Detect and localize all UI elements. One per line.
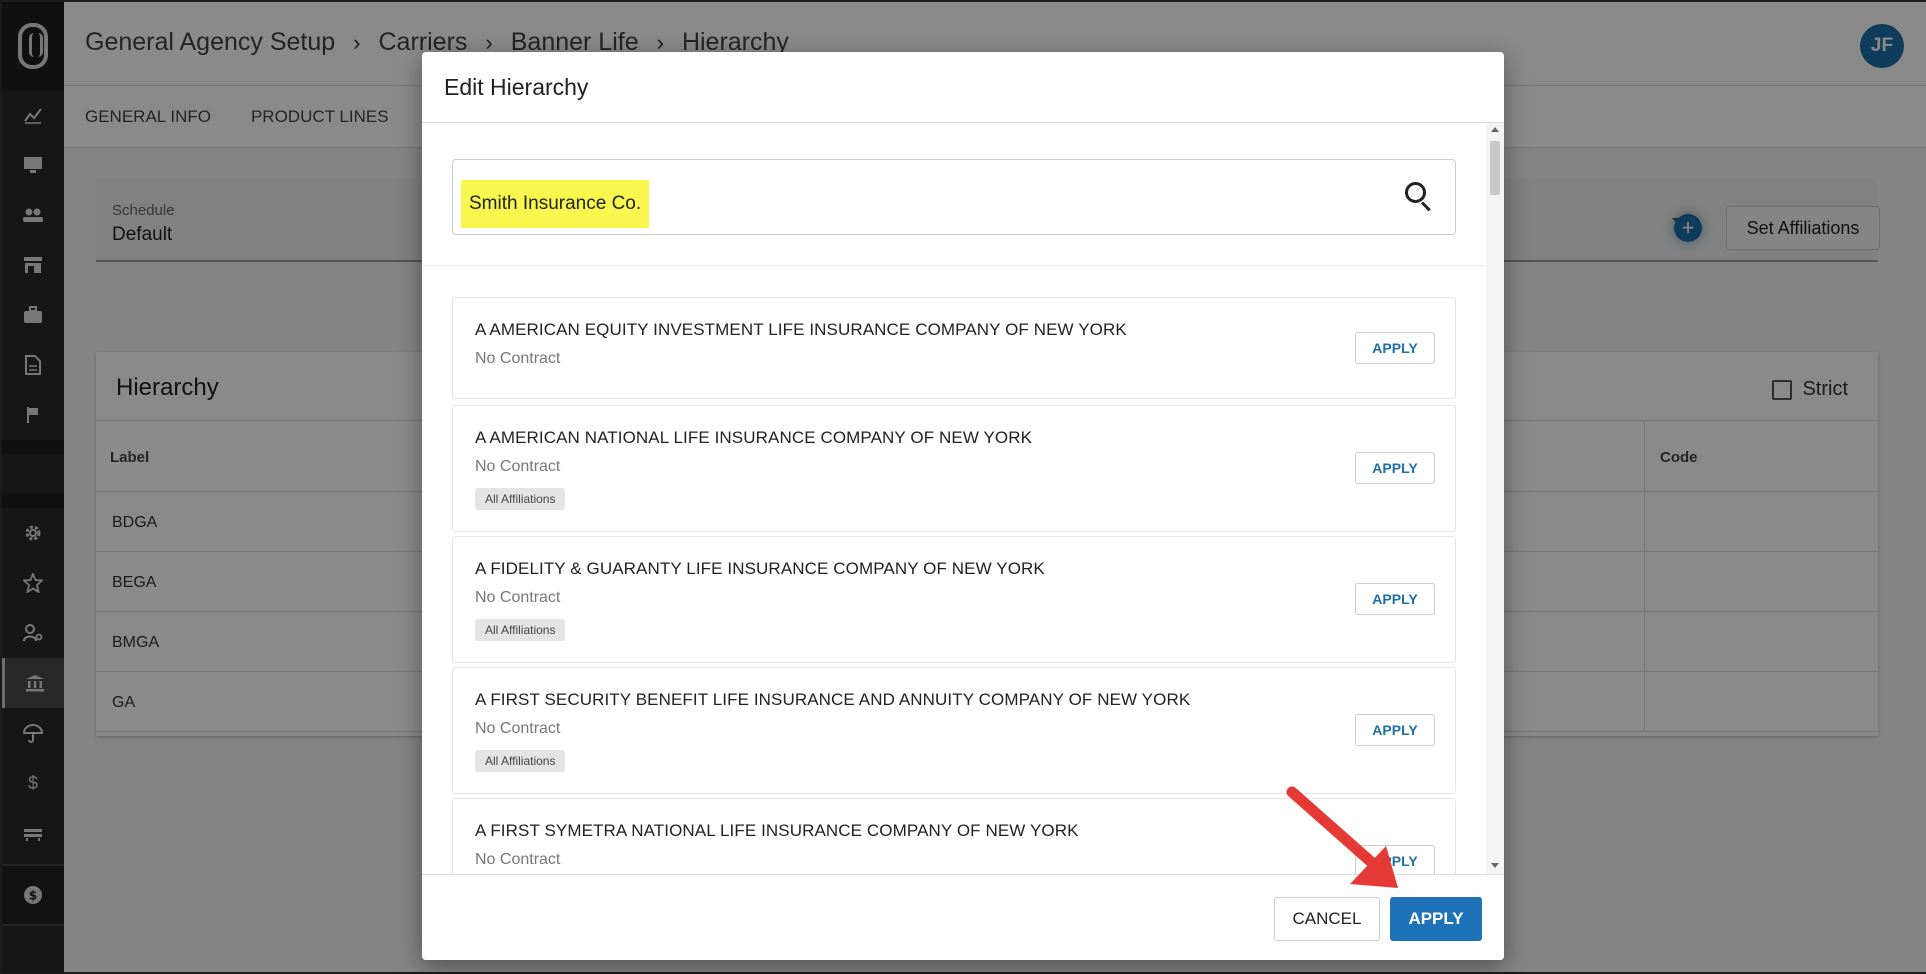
- carrier-name: A FIDELITY & GUARANTY LIFE INSURANCE COM…: [475, 559, 1045, 578]
- carrier-name: A FIRST SECURITY BENEFIT LIFE INSURANCE …: [475, 690, 1191, 709]
- carrier-name: A AMERICAN NATIONAL LIFE INSURANCE COMPA…: [475, 428, 1033, 447]
- apply-item-button[interactable]: APPLY: [1355, 845, 1435, 874]
- list-item: A FIRST SECURITY BENEFIT LIFE INSURANCE …: [452, 667, 1456, 794]
- list-item: A AMERICAN NATIONAL LIFE INSURANCE COMPA…: [452, 405, 1456, 532]
- search-icon[interactable]: [1405, 182, 1433, 212]
- carrier-name: A AMERICAN EQUITY INVESTMENT LIFE INSURA…: [475, 320, 1127, 339]
- scrollbar-thumb[interactable]: [1490, 141, 1500, 195]
- contract-status: No Contract: [475, 350, 561, 367]
- contract-status: No Contract: [475, 458, 561, 475]
- apply-button[interactable]: APPLY: [1390, 897, 1482, 941]
- list-item: A AMERICAN EQUITY INVESTMENT LIFE INSURA…: [452, 297, 1456, 399]
- contract-status: No Contract: [475, 589, 561, 606]
- apply-item-button[interactable]: APPLY: [1355, 583, 1435, 615]
- affiliation-chip: All Affiliations: [475, 619, 566, 641]
- apply-item-button[interactable]: APPLY: [1355, 332, 1435, 364]
- edit-hierarchy-dialog: Edit Hierarchy Smith Insurance Co. A AME…: [422, 52, 1504, 960]
- dialog-title: Edit Hierarchy: [444, 74, 589, 100]
- affiliation-chip: All Affiliations: [475, 488, 566, 510]
- apply-item-button[interactable]: APPLY: [1355, 714, 1435, 746]
- apply-item-button[interactable]: APPLY: [1355, 452, 1435, 484]
- dialog-body: Smith Insurance Co. A AMERICAN EQUITY IN…: [422, 123, 1486, 874]
- search-input[interactable]: Smith Insurance Co.: [452, 159, 1456, 235]
- contract-status: No Contract: [475, 851, 561, 868]
- list-item: A FIRST SYMETRA NATIONAL LIFE INSURANCE …: [452, 798, 1456, 874]
- scroll-up-icon[interactable]: [1491, 127, 1499, 132]
- divider: [422, 265, 1486, 266]
- contract-status: No Contract: [475, 720, 561, 737]
- list-item: A FIDELITY & GUARANTY LIFE INSURANCE COM…: [452, 536, 1456, 663]
- scrollbar[interactable]: [1486, 123, 1504, 874]
- affiliation-chip: All Affiliations: [475, 750, 566, 772]
- scroll-down-icon[interactable]: [1491, 863, 1499, 868]
- carrier-name: A FIRST SYMETRA NATIONAL LIFE INSURANCE …: [475, 821, 1079, 840]
- cancel-button[interactable]: CANCEL: [1274, 897, 1380, 941]
- search-value[interactable]: Smith Insurance Co.: [461, 180, 650, 228]
- dialog-footer: CANCEL APPLY: [422, 874, 1504, 960]
